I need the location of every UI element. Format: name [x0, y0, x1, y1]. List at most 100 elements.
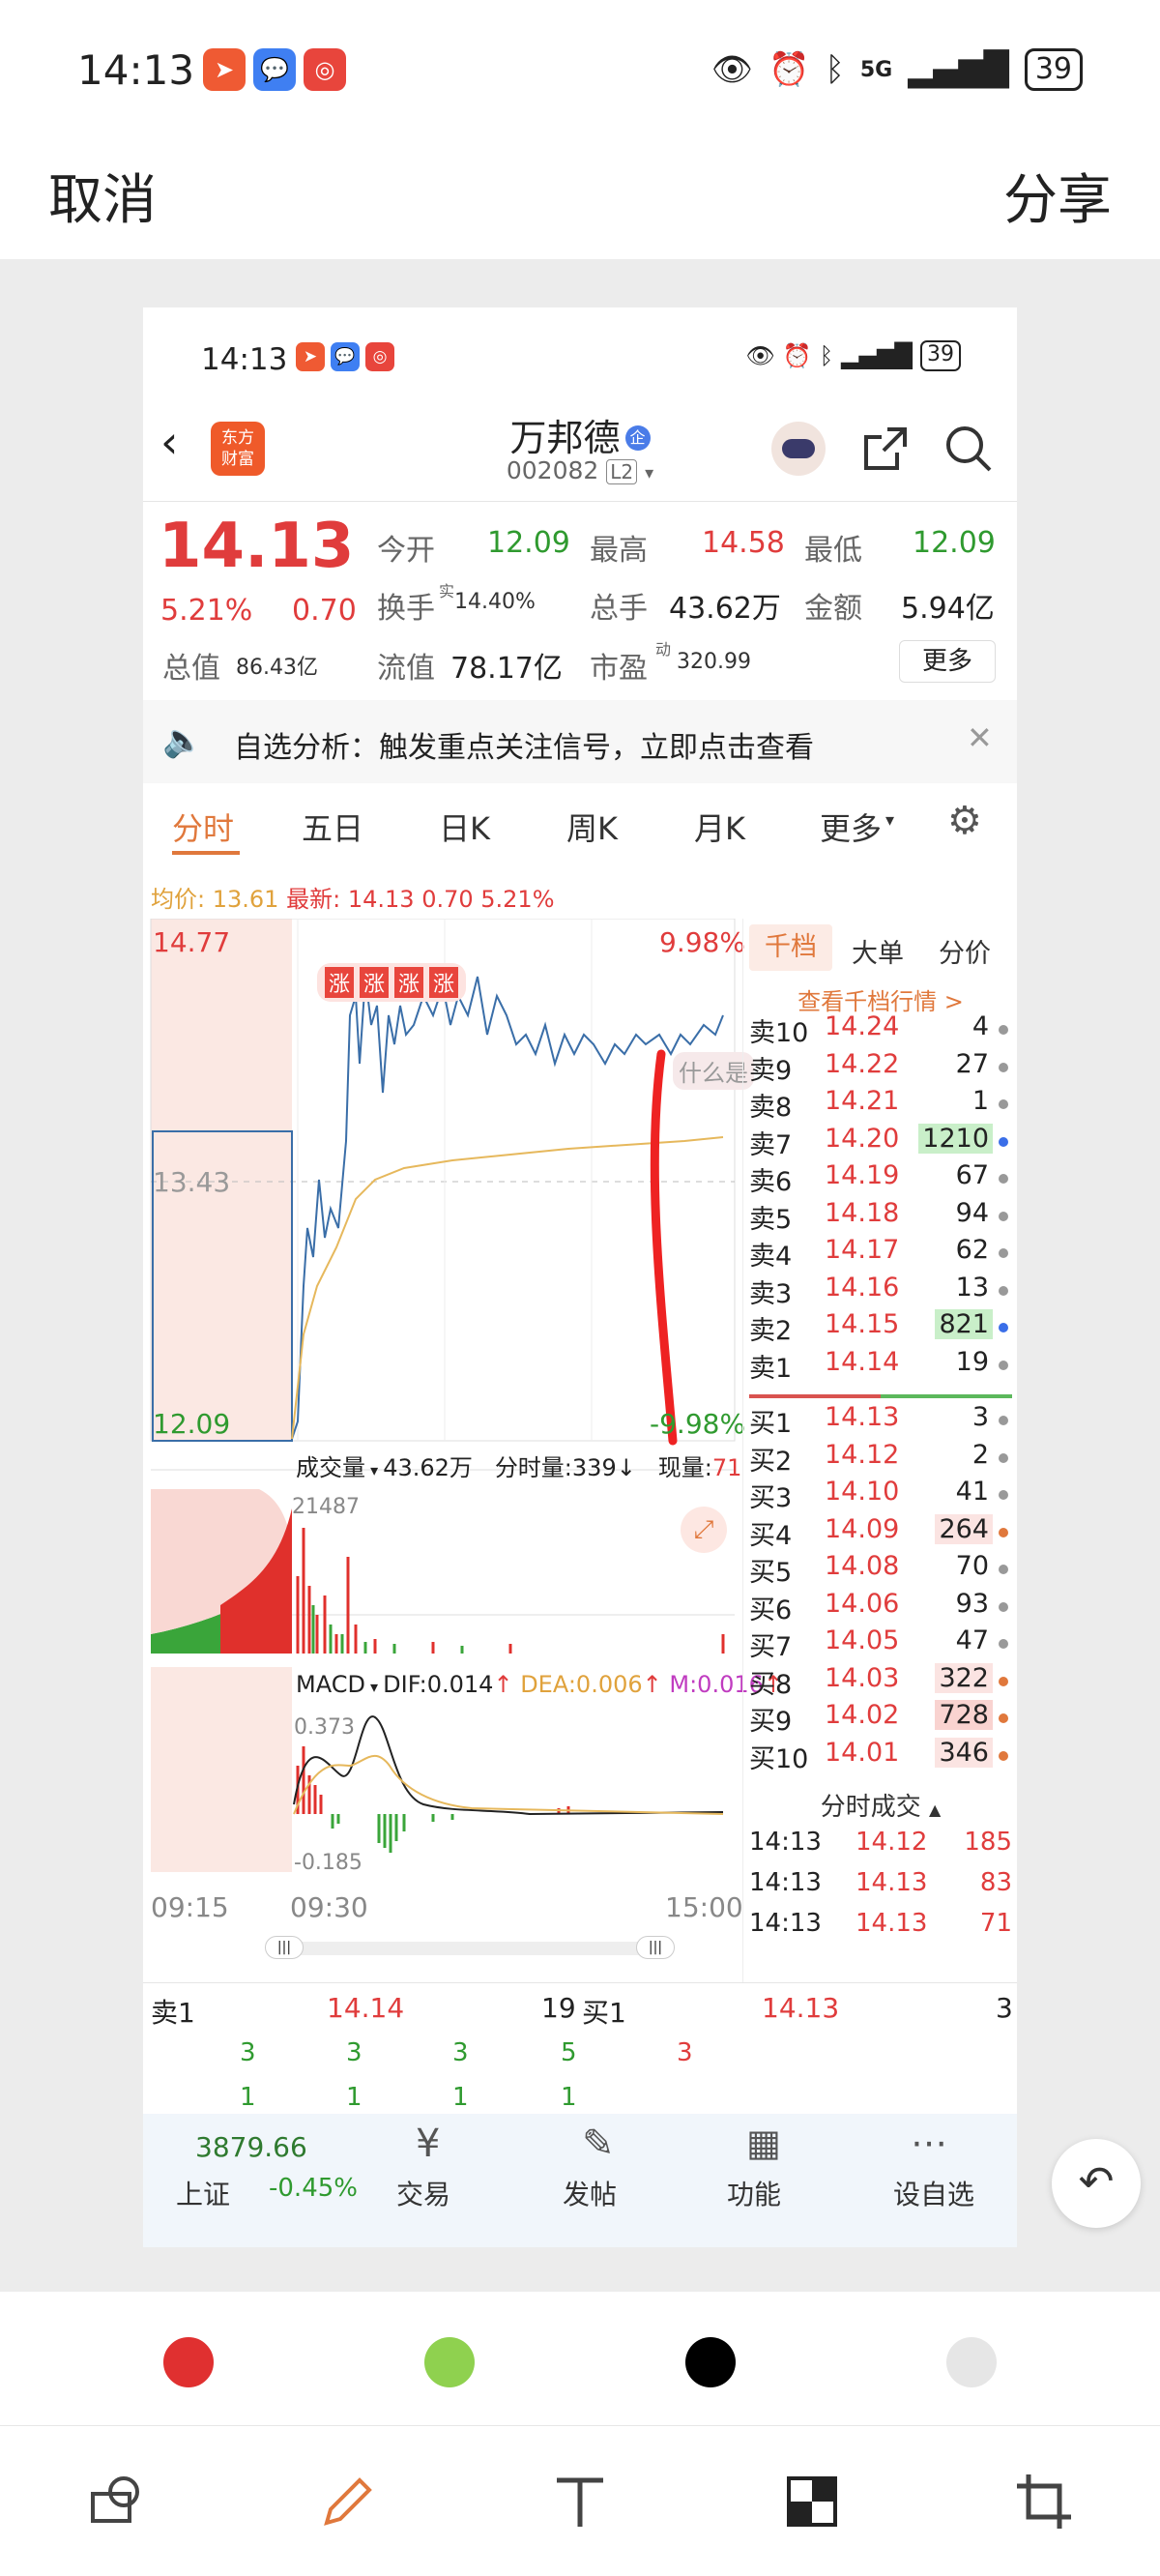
bid-level-label: 买10 [749, 1743, 809, 1774]
mcap-value: 86.43亿 [236, 656, 318, 680]
more-dots-icon[interactable]: ⋯ [911, 2122, 947, 2164]
latest-label: 最新: [286, 886, 341, 913]
tab-intraday[interactable]: 分时 [172, 805, 234, 849]
trades-title[interactable]: 分时成交 ▲ [743, 1787, 1017, 1823]
close-icon[interactable]: ✕ [967, 719, 993, 756]
ask-row[interactable]: 卖7 14.20 1210 [743, 1123, 1014, 1161]
nav-add-watch[interactable]: 设自选 [893, 2174, 974, 2212]
robot-avatar-icon[interactable] [771, 422, 826, 476]
status-dot [999, 1136, 1008, 1147]
pencil-tool-icon[interactable] [309, 2463, 387, 2540]
tab-weekly-k[interactable]: 周K [566, 805, 618, 849]
chart-tabs: 分时 五日 日K 周K 月K 更多 ▾ ⚙ [143, 791, 1017, 868]
ask-row[interactable]: 卖1 14.14 19 [743, 1347, 1014, 1385]
tab-large-order[interactable]: 大单 [852, 932, 904, 970]
nav-post[interactable]: 发帖 [563, 2174, 617, 2212]
color-green[interactable] [424, 2337, 475, 2387]
volume-total: 43.62万 [383, 1454, 473, 1481]
bottom-sell-qty: 19 [541, 1992, 576, 2024]
more-button[interactable]: 更多 [899, 640, 996, 683]
ask-price: 14.20 [825, 1123, 900, 1154]
ask-level-label: 卖6 [749, 1167, 793, 1197]
ask-level-label: 卖2 [749, 1316, 793, 1346]
trade-icon[interactable]: ¥ [416, 2122, 440, 2166]
price-axis-bottom: 12.09 [153, 1408, 231, 1440]
bid-row[interactable]: 买2 14.12 2 [743, 1440, 1014, 1478]
float-label: 流值 [377, 652, 435, 686]
pe-value: 320.99 [677, 650, 751, 674]
bid-row[interactable]: 买6 14.06 93 [743, 1589, 1014, 1626]
bid-row[interactable]: 买4 14.09 264 [743, 1513, 1014, 1552]
ask-quantity: 1210 [918, 1123, 993, 1154]
mosaic-tool-icon[interactable] [773, 2463, 851, 2540]
tab-monthly-k[interactable]: 月K [694, 805, 745, 849]
gear-icon[interactable]: ⚙ [947, 799, 982, 843]
nav-trade[interactable]: 交易 [396, 2174, 450, 2212]
bid-level-label: 买5 [749, 1558, 793, 1588]
volume-header: 成交量 ▾ 43.62万 分时量:339↓ 现量:71 [296, 1454, 742, 1481]
index-value[interactable]: 3879.66 [195, 2131, 307, 2163]
bid-quantity: 346 [935, 1737, 993, 1768]
ask-level-label: 卖9 [749, 1055, 793, 1086]
bid-row[interactable]: 买3 14.10 41 [743, 1477, 1014, 1514]
network-label: 5G [859, 57, 893, 82]
ask-quantity: 1 [972, 1086, 989, 1116]
turnover-sup: 实 [439, 582, 455, 600]
tab-five-day[interactable]: 五日 [302, 805, 363, 849]
ask-level-label: 卖8 [749, 1093, 793, 1123]
color-black[interactable] [685, 2337, 736, 2387]
bid-row[interactable]: 买8 14.03 322 [743, 1662, 1014, 1701]
slider-handle-right[interactable]: ||| [636, 1936, 675, 1959]
bid-level-label: 买6 [749, 1595, 793, 1625]
ask-row[interactable]: 卖4 14.17 62 [743, 1235, 1014, 1273]
edit-icon[interactable]: ✎ [582, 2122, 615, 2166]
ask-row[interactable]: 卖8 14.21 1 [743, 1086, 1014, 1124]
current-volume-label: 现量: [657, 1454, 712, 1481]
tab-price-distribution[interactable]: 分价 [939, 932, 991, 970]
apps-icon[interactable]: ▦ [746, 2122, 781, 2164]
undo-icon[interactable]: ↶ [1052, 2139, 1141, 2228]
ask-row[interactable]: 卖6 14.19 67 [743, 1160, 1014, 1198]
expand-icon[interactable]: ⤢ [681, 1507, 727, 1553]
bid-row[interactable]: 买10 14.01 346 [743, 1737, 1014, 1775]
cancel-button[interactable]: 取消 [48, 157, 157, 235]
text-tool-icon[interactable] [541, 2463, 619, 2540]
stock-code: 002082 [506, 456, 599, 484]
change-percent: 5.21% [160, 594, 253, 628]
color-light-gray[interactable] [946, 2337, 997, 2387]
ask-row[interactable]: 卖5 14.18 94 [743, 1198, 1014, 1236]
bid-row[interactable]: 买1 14.13 3 [743, 1402, 1014, 1440]
nav-function[interactable]: 功能 [727, 2174, 781, 2212]
bid-row[interactable]: 买7 14.05 47 [743, 1625, 1014, 1663]
bid-row[interactable]: 买9 14.02 728 [743, 1700, 1014, 1738]
ask-row[interactable]: 卖2 14.15 821 [743, 1309, 1014, 1347]
trade-price: 14.13 [856, 1868, 928, 1897]
color-red[interactable] [163, 2337, 214, 2387]
ask-row[interactable]: 卖10 14.24 4 [743, 1011, 1014, 1049]
share-button[interactable]: 分享 [1003, 157, 1112, 235]
bid-level-label: 买8 [749, 1669, 793, 1700]
bid-quantity: 47 [955, 1625, 989, 1655]
tab-more[interactable]: 更多 [820, 805, 882, 849]
price-axis-top: 14.77 [153, 926, 231, 958]
tab-daily-k[interactable]: 日K [439, 805, 490, 849]
ask-row[interactable]: 卖9 14.22 27 [743, 1049, 1014, 1087]
bottom-buy-qty: 3 [996, 1992, 1013, 2024]
music-app-icon: ◎ [365, 342, 394, 371]
shape-tool-icon[interactable] [77, 2463, 155, 2540]
bid-quantity: 2 [972, 1439, 989, 1470]
trade-quantity: 185 [964, 1828, 1012, 1857]
ask-price: 14.17 [825, 1235, 900, 1265]
bid-quantity: 264 [935, 1513, 993, 1544]
search-icon[interactable] [942, 422, 996, 476]
slider-handle-left[interactable]: ||| [265, 1936, 304, 1959]
tab-thousand-level[interactable]: 千档 [749, 924, 832, 971]
crop-tool-icon[interactable] [1005, 2463, 1083, 2540]
range-slider[interactable] [269, 1942, 655, 1955]
ask-row[interactable]: 卖3 14.16 13 [743, 1273, 1014, 1310]
external-share-icon[interactable] [858, 422, 913, 476]
macd-dif: DIF:0.014 [383, 1671, 494, 1698]
queue-qty: 1 [346, 2083, 362, 2112]
bid-row[interactable]: 买5 14.08 70 [743, 1551, 1014, 1589]
status-dot [999, 1360, 1008, 1370]
